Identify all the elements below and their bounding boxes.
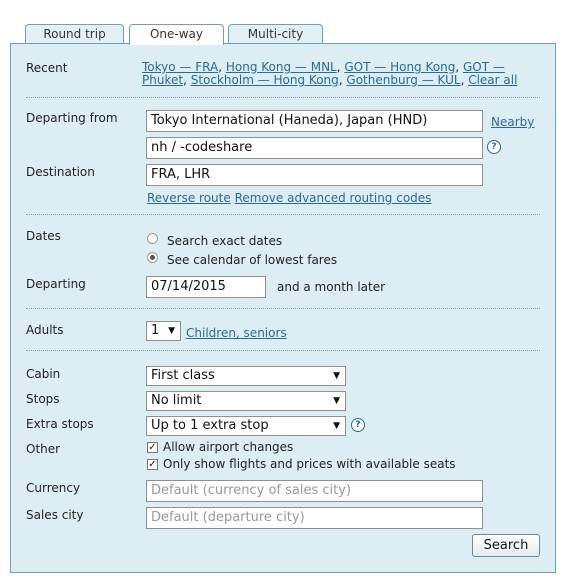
recent-search-link[interactable]: Phuket bbox=[142, 73, 183, 87]
departing-from-label: Departing from bbox=[26, 111, 118, 125]
recent-search-link[interactable]: Hong Kong — MNL bbox=[226, 60, 337, 74]
recent-search-link[interactable]: GOT — bbox=[463, 60, 505, 74]
currency-input[interactable]: Default (currency of sales city) bbox=[146, 480, 483, 502]
recent-searches-line2: Phuket, Stockholm — Hong Kong, Gothenbur… bbox=[142, 73, 518, 87]
other-label: Other bbox=[26, 442, 61, 456]
stops-label: Stops bbox=[26, 392, 60, 406]
currency-label: Currency bbox=[26, 481, 81, 495]
recent-search-link[interactable]: GOT — Hong Kong bbox=[344, 60, 455, 74]
cabin-label: Cabin bbox=[26, 367, 61, 381]
routing-codes-input[interactable]: nh / -codeshare bbox=[146, 137, 483, 159]
departing-date-label: Departing bbox=[26, 277, 86, 291]
cabin-select-value: First class bbox=[151, 368, 215, 383]
tab-round-trip[interactable]: Round trip bbox=[25, 24, 124, 44]
tab-multi-city[interactable]: Multi-city bbox=[228, 24, 323, 44]
adults-select[interactable]: 1 ▼ bbox=[146, 321, 181, 341]
exact-dates-label: Search exact dates bbox=[167, 234, 283, 248]
recent-search-link[interactable]: Gothenburg — KUL bbox=[346, 73, 460, 87]
recent-label: Recent bbox=[26, 61, 68, 75]
extra-stops-select-value: Up to 1 extra stop bbox=[151, 418, 269, 433]
stops-select-value: No limit bbox=[151, 393, 202, 408]
dates-label: Dates bbox=[26, 229, 61, 243]
clear-all-link[interactable]: Clear all bbox=[468, 73, 517, 87]
route-links: Reverse route Remove advanced routing co… bbox=[147, 191, 431, 205]
extra-stops-label: Extra stops bbox=[26, 417, 94, 431]
stops-select[interactable]: No limit ▼ bbox=[146, 391, 346, 411]
children-seniors-link[interactable]: Children, seniors bbox=[186, 326, 287, 340]
allow-airport-changes-checkbox[interactable]: ✓ bbox=[147, 442, 158, 453]
calendar-fares-label: See calendar of lowest fares bbox=[167, 253, 338, 267]
exact-dates-radio[interactable] bbox=[147, 233, 158, 244]
tab-one-way[interactable]: One-way bbox=[129, 24, 224, 45]
sales-city-input[interactable]: Default (departure city) bbox=[146, 507, 483, 529]
nearby-link[interactable]: Nearby bbox=[491, 115, 534, 129]
calendar-fares-radio[interactable] bbox=[147, 252, 158, 263]
chevron-down-icon: ▼ bbox=[333, 371, 340, 381]
departing-date-input[interactable]: 07/14/2015 bbox=[146, 276, 266, 298]
recent-search-link[interactable]: Stockholm — Hong Kong bbox=[191, 73, 339, 87]
chevron-down-icon: ▼ bbox=[333, 421, 340, 431]
recent-search-link[interactable]: Tokyo — FRA bbox=[142, 60, 218, 74]
extra-stops-select[interactable]: Up to 1 extra stop ▼ bbox=[146, 416, 346, 436]
date-range-text: and a month later bbox=[277, 280, 386, 294]
available-seats-label: Only show flights and prices with availa… bbox=[163, 457, 456, 471]
recent-searches-line1: Tokyo — FRA, Hong Kong — MNL, GOT — Hong… bbox=[142, 60, 505, 74]
adults-label: Adults bbox=[26, 323, 64, 337]
section-divider bbox=[26, 214, 540, 215]
help-icon[interactable]: ? bbox=[351, 418, 365, 432]
sales-city-label: Sales city bbox=[26, 508, 84, 522]
cabin-select[interactable]: First class ▼ bbox=[146, 366, 346, 386]
chevron-down-icon: ▼ bbox=[333, 396, 340, 406]
remove-routing-codes-link[interactable]: Remove advanced routing codes bbox=[235, 191, 432, 205]
departing-from-input[interactable]: Tokyo International (Haneda), Japan (HND… bbox=[146, 110, 483, 132]
chevron-down-icon: ▼ bbox=[168, 326, 175, 336]
available-seats-checkbox[interactable]: ✓ bbox=[147, 459, 158, 470]
allow-airport-changes-label: Allow airport changes bbox=[163, 440, 294, 454]
reverse-route-link[interactable]: Reverse route bbox=[147, 191, 231, 205]
section-divider bbox=[26, 350, 540, 351]
destination-input[interactable]: FRA, LHR bbox=[146, 164, 483, 186]
search-form-panel: Recent Tokyo — FRA, Hong Kong — MNL, GOT… bbox=[10, 43, 556, 573]
help-icon[interactable]: ? bbox=[487, 140, 501, 154]
adults-select-value: 1 bbox=[151, 323, 160, 338]
search-button[interactable]: Search bbox=[472, 534, 540, 557]
section-divider bbox=[26, 97, 540, 98]
section-divider bbox=[26, 308, 540, 309]
destination-label: Destination bbox=[26, 165, 95, 179]
